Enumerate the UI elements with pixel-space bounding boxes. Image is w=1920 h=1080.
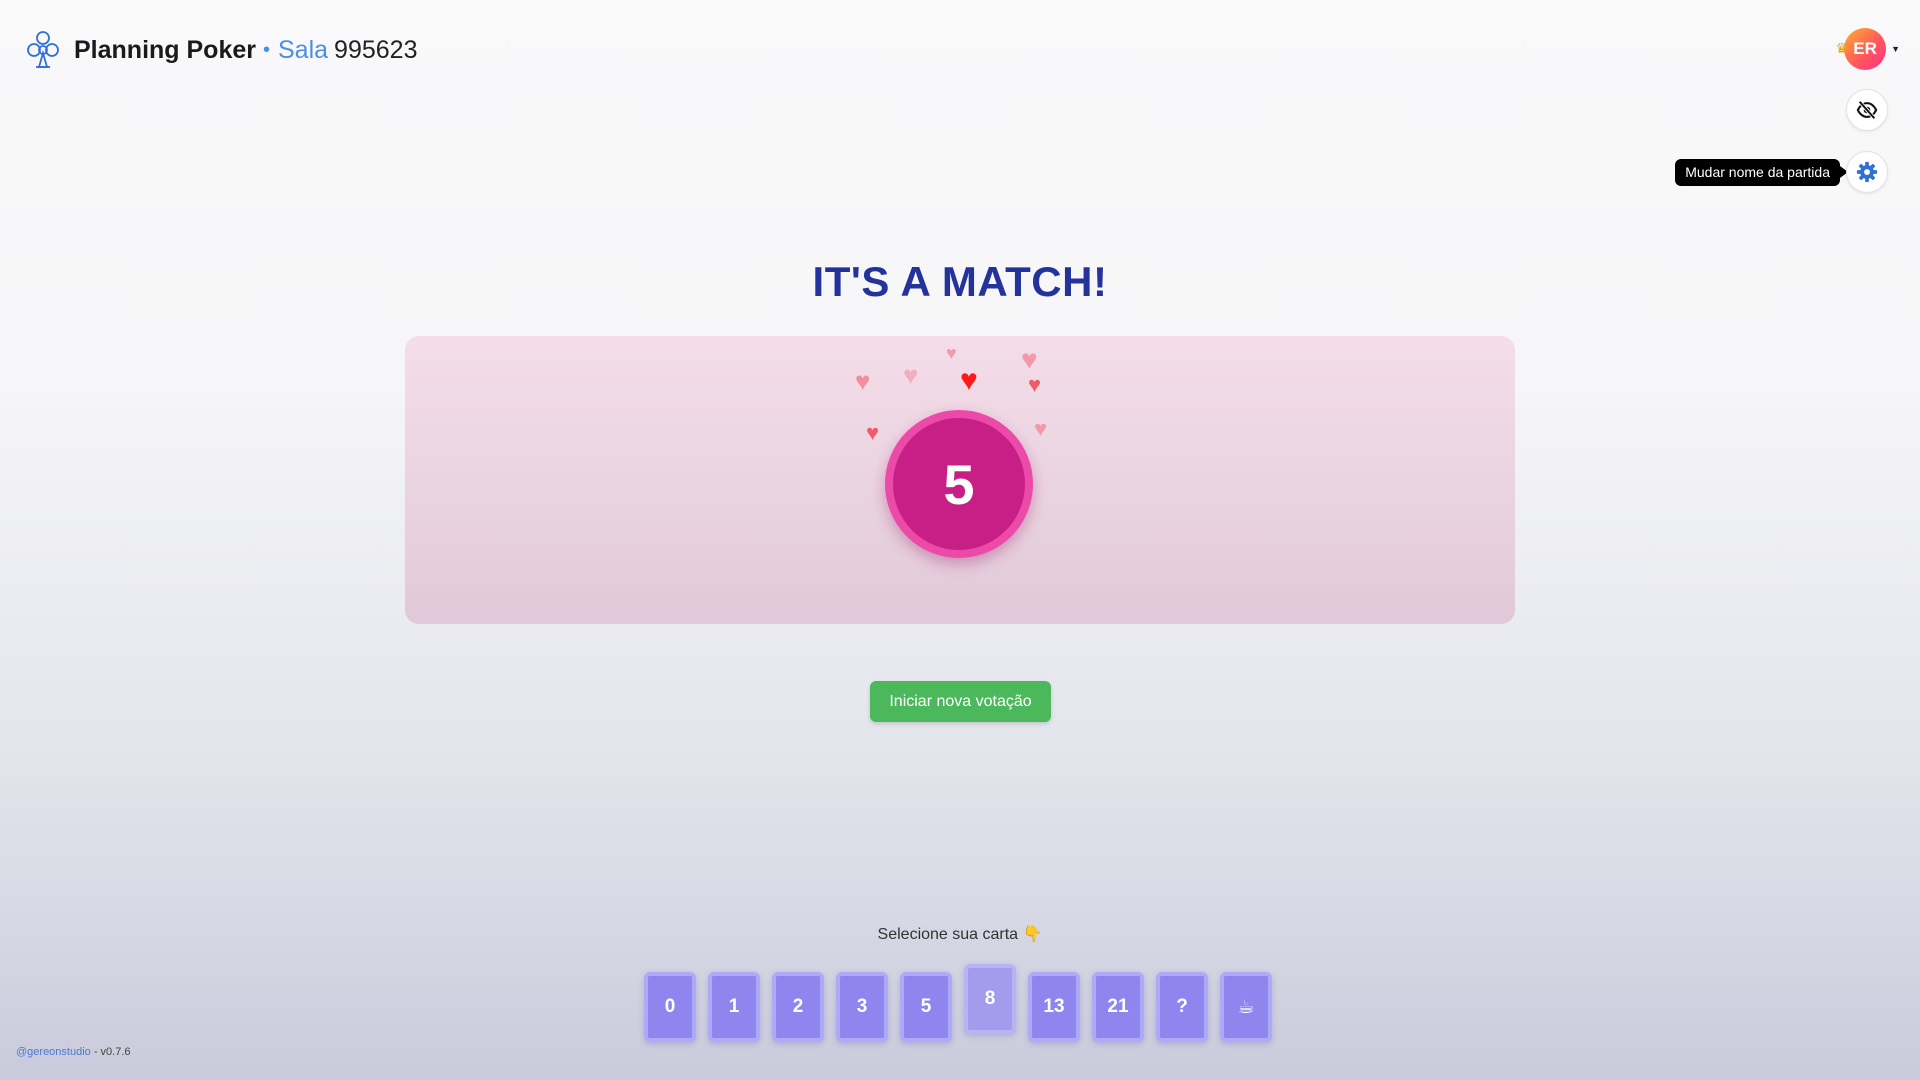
card-deck: 0 1 2 3 5 8 13 21 ? ☕ bbox=[644, 964, 1276, 1042]
card-8-selected[interactable]: 8 bbox=[964, 964, 1016, 1034]
match-title: IT'S A MATCH! bbox=[812, 258, 1108, 305]
tooltip: Mudar nome da partida bbox=[1675, 159, 1848, 186]
settings-button[interactable] bbox=[1846, 151, 1888, 193]
card-13[interactable]: 13 bbox=[1028, 972, 1080, 1042]
card-2[interactable]: 2 bbox=[772, 972, 824, 1042]
card-question[interactable]: ? bbox=[1156, 972, 1208, 1042]
app-title: Planning Poker bbox=[74, 35, 256, 64]
heart-icon: ♥ bbox=[960, 364, 978, 397]
avatar[interactable]: ER bbox=[1844, 28, 1887, 70]
heart-icon: ♥ bbox=[903, 360, 919, 390]
eye-slash-icon bbox=[1856, 100, 1878, 120]
user-menu[interactable]: ♛ ER ▼ bbox=[1836, 28, 1900, 70]
room-label: Sala bbox=[278, 35, 329, 64]
card-21[interactable]: 21 bbox=[1092, 972, 1144, 1042]
crown-icon: ♛ bbox=[1835, 39, 1849, 56]
poker-logo-icon bbox=[27, 31, 59, 68]
caret-down-icon[interactable]: ▼ bbox=[1891, 44, 1900, 54]
new-vote-button[interactable]: Iniciar nova votação bbox=[870, 681, 1051, 722]
version-text: - v0.7.6 bbox=[90, 1046, 131, 1058]
header: Planning Poker • Sala 995623 bbox=[22, 26, 417, 74]
select-card-prompt: Selecione sua carta 👇 bbox=[877, 926, 1043, 943]
match-panel: ♥ ♥ ♥ ♥ ♥ ♥ ♥ ♥ 5 bbox=[405, 336, 1515, 624]
footer: @gereonstudio - v0.7.6 bbox=[16, 1046, 131, 1058]
card-1[interactable]: 1 bbox=[708, 972, 760, 1042]
heart-icon: ♥ bbox=[1021, 344, 1038, 375]
toggle-visibility-button[interactable] bbox=[1846, 89, 1888, 131]
gear-icon bbox=[1856, 161, 1878, 183]
heart-icon: ♥ bbox=[855, 366, 871, 396]
title-separator: • bbox=[262, 38, 270, 61]
heart-icon: ♥ bbox=[1034, 416, 1048, 441]
card-3[interactable]: 3 bbox=[836, 972, 888, 1042]
card-coffee[interactable]: ☕ bbox=[1220, 972, 1272, 1042]
author-link[interactable]: @gereonstudio bbox=[16, 1046, 91, 1058]
room-id: 995623 bbox=[334, 35, 418, 64]
match-value: 5 bbox=[885, 410, 1033, 558]
card-0[interactable]: 0 bbox=[644, 972, 696, 1042]
card-5[interactable]: 5 bbox=[900, 972, 952, 1042]
heart-icon: ♥ bbox=[1028, 372, 1042, 397]
heart-icon: ♥ bbox=[866, 420, 880, 445]
heart-icon: ♥ bbox=[946, 343, 957, 363]
